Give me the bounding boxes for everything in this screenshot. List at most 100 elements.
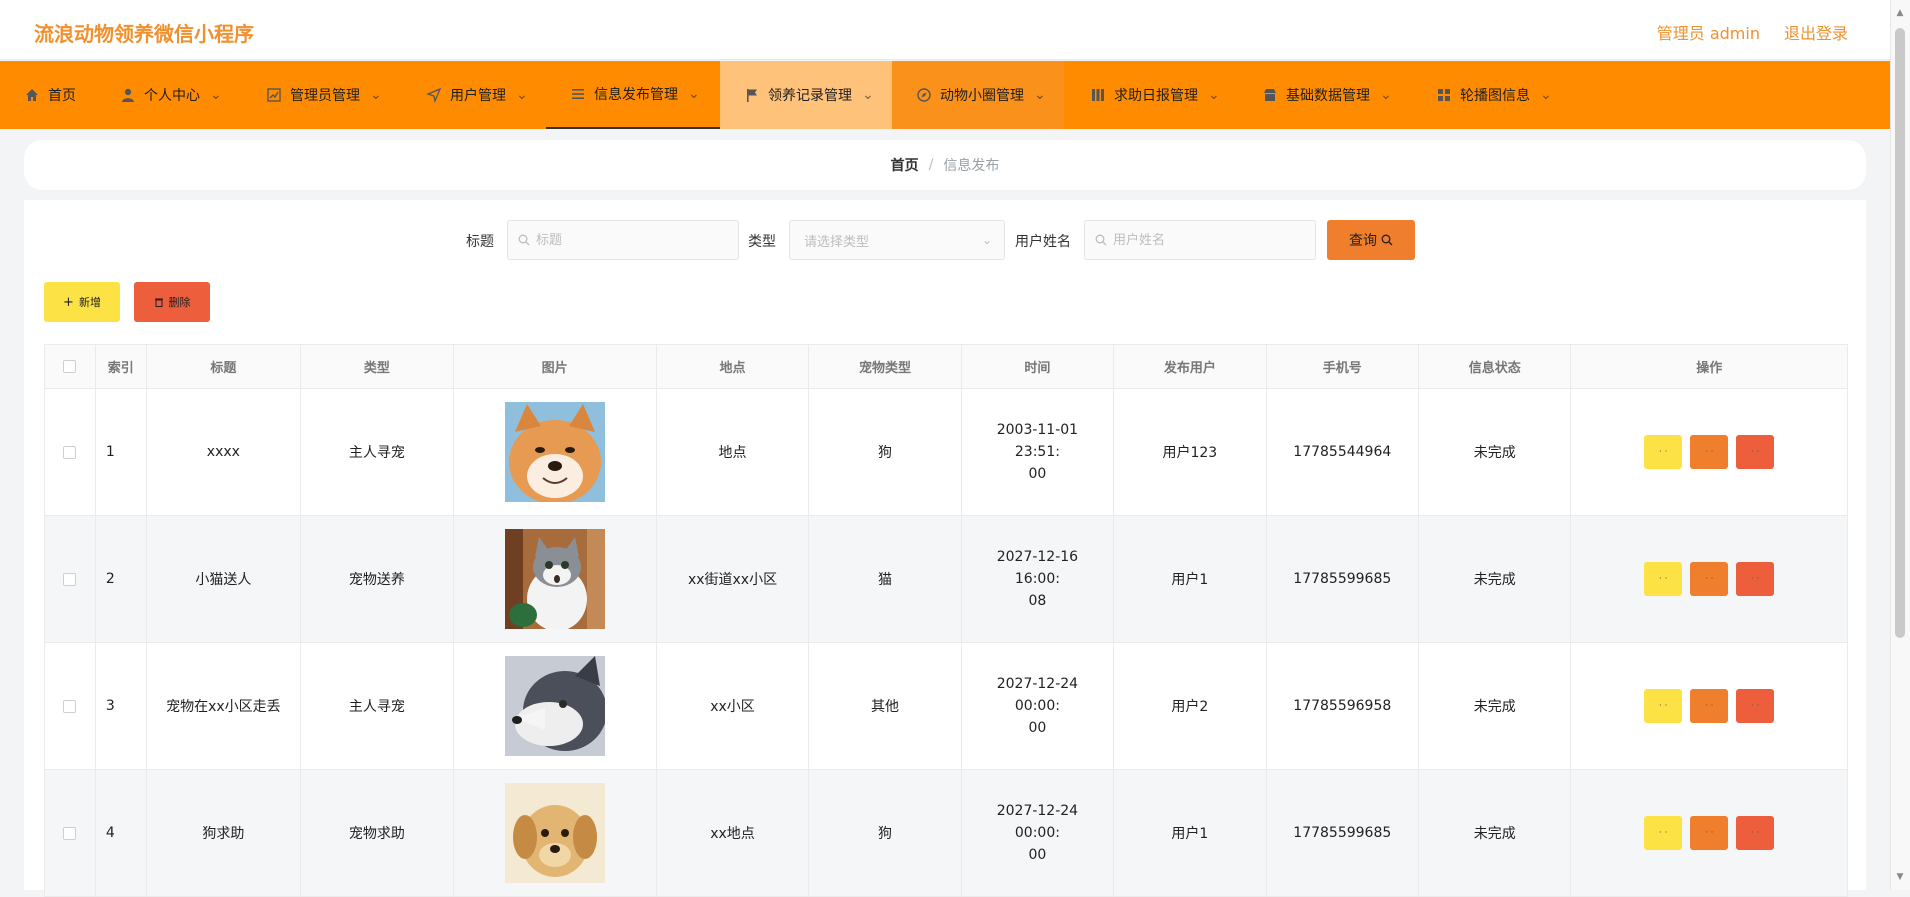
column-header: 图片 xyxy=(452,344,657,389)
column-header: 地点 xyxy=(655,344,810,389)
nav-item-home[interactable]: 首页 xyxy=(24,61,76,129)
scroll-up-arrow-icon[interactable]: ▲ xyxy=(1895,8,1905,18)
column-header: 索引 xyxy=(94,344,147,389)
page-scrollbar[interactable]: ▲ ▼ xyxy=(1890,0,1910,890)
row-status: 未完成 xyxy=(1417,642,1572,770)
table-row: 1 xxxx 主人寻宠 地点 狗 2003-11-01 23:51: 00 用户… xyxy=(44,388,1848,516)
row-checkbox[interactable] xyxy=(63,699,77,713)
row-image-cell xyxy=(452,642,657,770)
home-icon xyxy=(26,89,38,101)
search-bar: 标题 类型 请选择类型 ⌄ 用户姓名 查询 xyxy=(24,220,1866,260)
column-header: 类型 xyxy=(300,344,454,389)
query-button[interactable]: 查询 xyxy=(1327,220,1415,260)
row-status: 未完成 xyxy=(1417,515,1572,643)
nav-item-admin-management[interactable]: 管理员管理 ⌄ xyxy=(266,61,382,129)
nav-label: 个人中心 xyxy=(144,88,200,104)
cat-image[interactable] xyxy=(504,529,605,629)
puppy-image[interactable] xyxy=(504,783,605,883)
delete-button[interactable]: 删除 xyxy=(134,282,210,322)
row-image-cell xyxy=(452,388,657,516)
row-time-line: 08 xyxy=(1028,593,1047,609)
edit-button[interactable]: · · xyxy=(1690,816,1729,850)
username-filter-label: 用户姓名 xyxy=(1015,234,1071,250)
user-icon xyxy=(122,88,134,102)
row-time-line: 2003-11-01 23:51: xyxy=(996,422,1079,460)
row-phone: 17785544964 xyxy=(1265,388,1420,516)
row-select-cell xyxy=(44,642,96,770)
view-button[interactable]: · · xyxy=(1644,562,1683,596)
delete-row-button[interactable]: · · xyxy=(1736,689,1775,723)
column-header: 宠物类型 xyxy=(808,344,962,389)
row-index: 4 xyxy=(94,769,147,897)
view-button[interactable]: · · xyxy=(1644,435,1683,469)
row-time: 2027-12-24 00:00: 00 xyxy=(960,642,1115,770)
top-header: 流浪动物领养微信小程序 管理员 admin 退出登录 xyxy=(0,0,1910,60)
table-row: 3 宠物在xx小区走丢 主人寻宠 xx小区 其他 2027-12-24 00:0… xyxy=(44,642,1848,770)
add-button-label: 新增 xyxy=(78,296,101,309)
row-time-line: 2027-12-16 16:00: xyxy=(996,549,1079,587)
delete-row-button[interactable]: · · xyxy=(1736,435,1775,469)
edit-button[interactable]: · · xyxy=(1690,562,1729,596)
nav-item-user-management[interactable]: 用户管理 ⌄ xyxy=(426,61,528,129)
nav-item-adoption-records[interactable]: 领养记录管理 ⌄ xyxy=(720,61,892,129)
title-search-input[interactable] xyxy=(536,232,686,248)
row-location: xx地点 xyxy=(655,769,810,897)
delete-row-button[interactable]: · · xyxy=(1736,816,1775,850)
row-image-cell xyxy=(452,515,657,643)
type-select[interactable]: 请选择类型 ⌄ xyxy=(789,220,1005,260)
edit-button[interactable]: · · xyxy=(1690,689,1729,723)
husky-image[interactable] xyxy=(504,656,605,756)
column-header: 手机号 xyxy=(1265,344,1420,389)
add-button[interactable]: + 新增 xyxy=(44,282,120,322)
row-user: 用户1 xyxy=(1113,769,1267,897)
chevron-down-icon: ⌄ xyxy=(516,87,528,103)
logout-link[interactable]: 退出登录 xyxy=(1784,20,1848,44)
title-search-field xyxy=(507,220,739,260)
nav-item-carousel[interactable]: 轮播图信息 ⌄ xyxy=(1436,61,1552,129)
nav-item-personal-center[interactable]: 个人中心 ⌄ xyxy=(120,61,222,129)
nav-item-animal-circle[interactable]: 动物小圈管理 ⌄ xyxy=(892,61,1064,129)
breadcrumb-separator: / xyxy=(928,157,934,173)
shiba-dog-image[interactable] xyxy=(504,402,605,502)
select-all-checkbox[interactable] xyxy=(63,360,77,373)
chevron-down-icon: ⌄ xyxy=(1380,87,1392,103)
row-index: 1 xyxy=(94,388,147,516)
row-title: 狗求助 xyxy=(145,769,302,897)
row-image-cell xyxy=(452,769,657,897)
row-type: 宠物送养 xyxy=(300,515,454,643)
row-title: xxxx xyxy=(145,388,302,516)
shop-icon xyxy=(1264,89,1276,101)
column-header: 标题 xyxy=(145,344,302,389)
view-button[interactable]: · · xyxy=(1644,816,1683,850)
row-checkbox[interactable] xyxy=(63,445,77,459)
nav-label: 首页 xyxy=(48,88,76,104)
delete-row-button[interactable]: · · xyxy=(1736,562,1775,596)
header-actions: 管理员 admin 退出登录 xyxy=(1657,20,1848,44)
nav-label: 管理员管理 xyxy=(290,88,360,104)
row-location: xx小区 xyxy=(655,642,810,770)
row-pet-type: 其他 xyxy=(808,642,962,770)
view-button[interactable]: · · xyxy=(1644,689,1683,723)
nav-item-info-publish[interactable]: 信息发布管理 ⌄ xyxy=(546,61,720,129)
plus-icon: + xyxy=(63,294,74,310)
row-select-cell xyxy=(44,515,96,643)
edit-button[interactable]: · · xyxy=(1690,435,1729,469)
admin-label[interactable]: 管理员 admin xyxy=(1657,20,1760,44)
row-checkbox[interactable] xyxy=(63,572,77,586)
username-search-input[interactable] xyxy=(1113,232,1263,248)
scrollbar-thumb[interactable] xyxy=(1895,28,1905,638)
row-type: 宠物求助 xyxy=(300,769,454,897)
row-phone: 17785599685 xyxy=(1265,769,1420,897)
breadcrumb-home[interactable]: 首页 xyxy=(891,155,919,175)
row-user: 用户1 xyxy=(1113,515,1267,643)
nav-item-basic-data[interactable]: 基础数据管理 ⌄ xyxy=(1262,61,1392,129)
nav-item-help-daily[interactable]: 求助日报管理 ⌄ xyxy=(1090,61,1220,129)
list-icon xyxy=(572,89,584,99)
search-icon xyxy=(1381,234,1393,246)
row-index: 3 xyxy=(94,642,147,770)
scroll-down-arrow-icon[interactable]: ▼ xyxy=(1895,872,1905,882)
row-checkbox[interactable] xyxy=(63,826,77,840)
nav-label: 动物小圈管理 xyxy=(940,88,1024,104)
chevron-down-icon: ⌄ xyxy=(981,233,992,247)
breadcrumb: 首页 / 信息发布 xyxy=(24,140,1866,190)
